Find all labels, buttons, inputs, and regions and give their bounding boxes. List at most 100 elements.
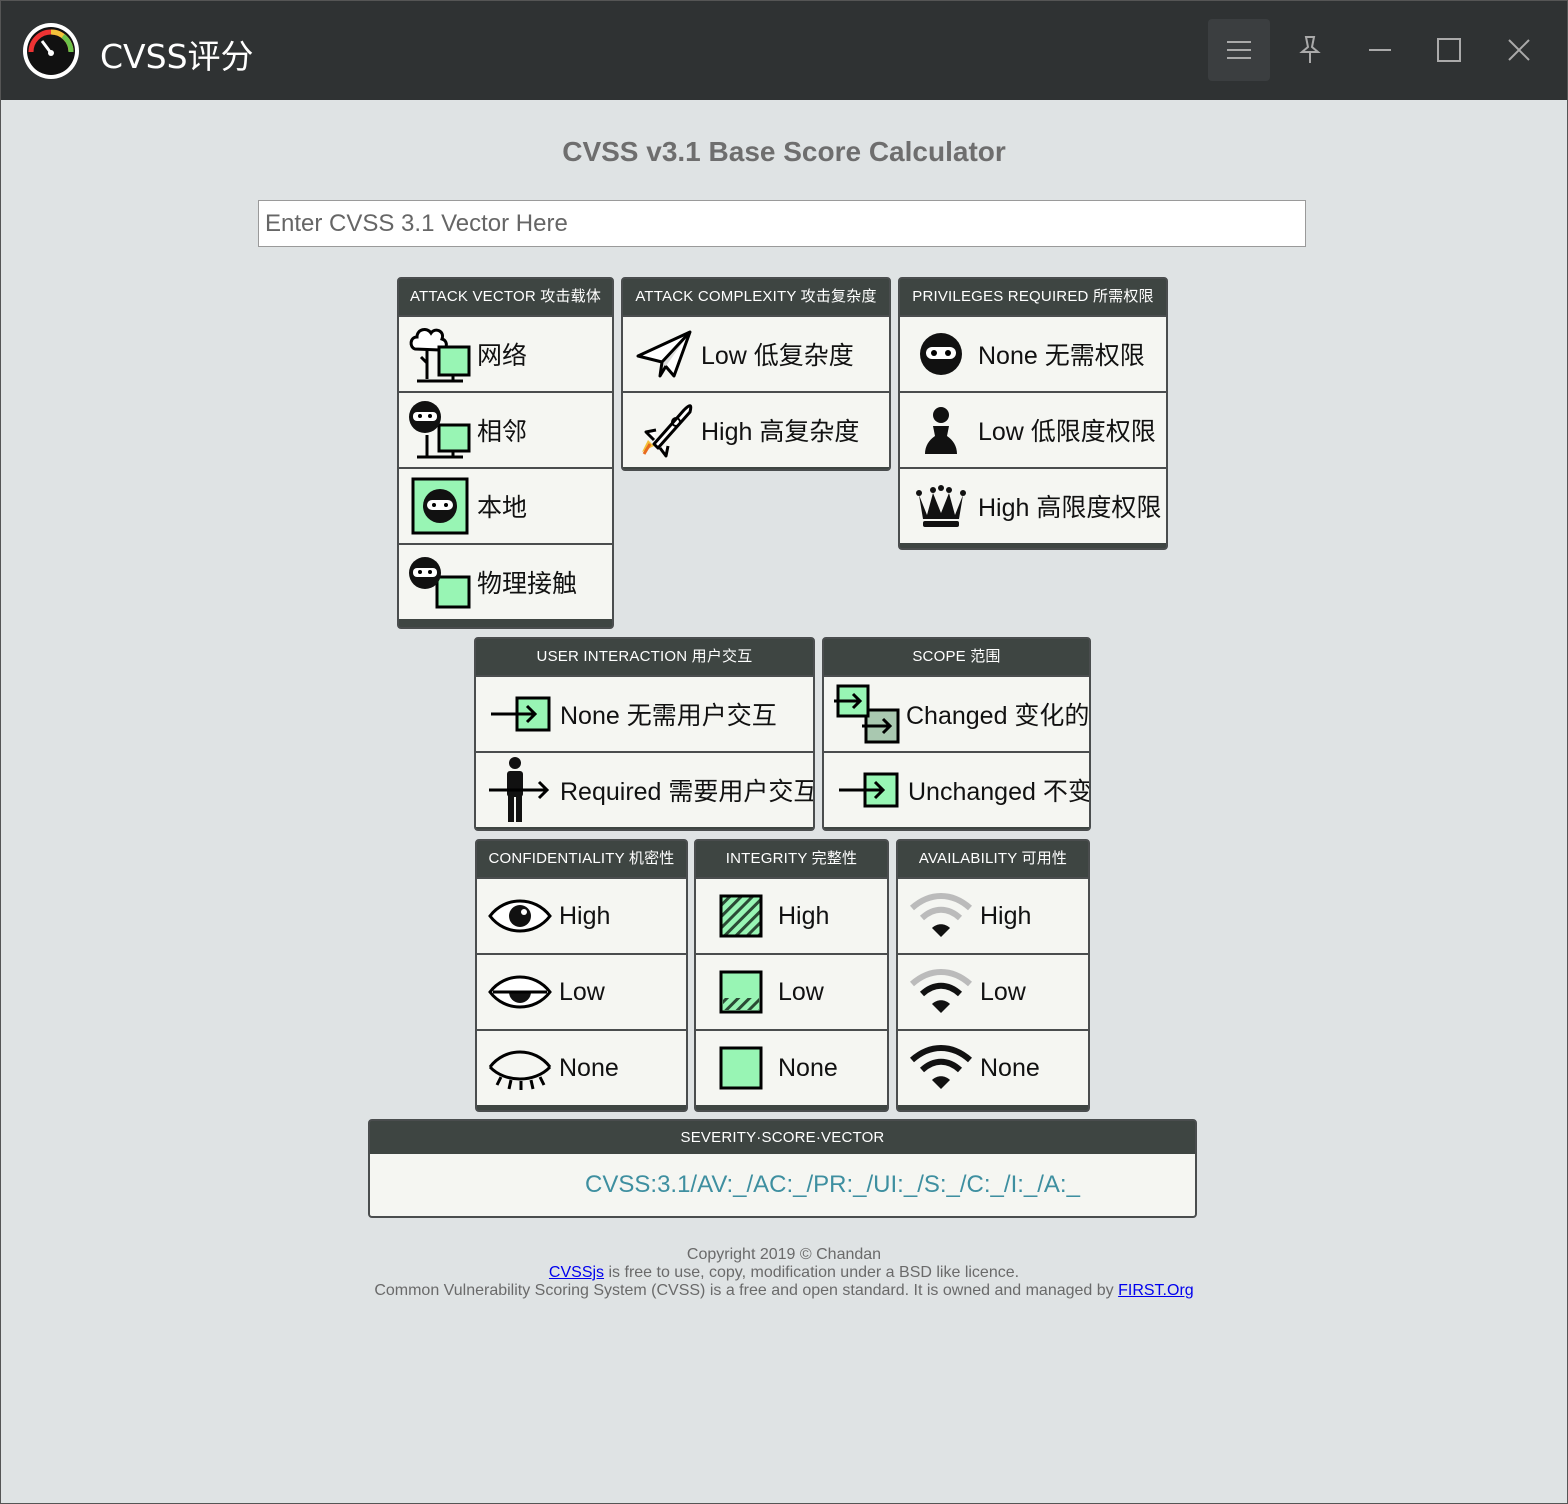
pin-button[interactable]: [1279, 19, 1341, 81]
group-title: SCOPE 范围: [912, 648, 1001, 665]
option-s-changed[interactable]: Changed 变化的: [824, 675, 1089, 751]
option-label: None: [559, 1053, 619, 1082]
window-title: CVSS评分: [100, 37, 254, 76]
vector-string[interactable]: CVSS:3.1/AV:_/AC:_/PR:_/UI:_/S:_/C:_/I:_…: [370, 1154, 1195, 1216]
option-label: 物理接触: [477, 570, 578, 598]
rocket-icon: [631, 397, 697, 463]
option-label: None: [980, 1053, 1040, 1082]
cvss-vector-input[interactable]: [258, 200, 1306, 247]
eye-half-icon: [485, 959, 555, 1025]
severity-title: SEVERITY·SCORE·VECTOR: [680, 1129, 885, 1146]
eye-closed-icon: [485, 1035, 555, 1101]
option-a-low[interactable]: Low: [898, 953, 1088, 1029]
group-title: INTEGRITY 完整性: [725, 850, 858, 867]
option-label: Low: [980, 977, 1026, 1006]
integrity-group: INTEGRITY 完整性 High Low None: [694, 839, 889, 1112]
license-text: is free to use, copy, modification under…: [604, 1264, 1020, 1281]
option-label: 本地: [477, 494, 528, 522]
person-arrow-icon: [484, 757, 556, 823]
copyright-text: Copyright 2019 © Chandan: [686, 1246, 882, 1263]
group-title: AVAILABILITY 可用性: [918, 850, 1068, 867]
local-icon: [407, 473, 473, 539]
first-org-link[interactable]: FIRST.Org: [1118, 1282, 1194, 1299]
option-pr-low[interactable]: Low 低限度权限: [900, 391, 1166, 467]
option-c-high[interactable]: High: [477, 877, 686, 953]
ninja-icon: [908, 321, 974, 387]
group-title: PRIVILEGES REQUIRED 所需权限: [912, 288, 1154, 305]
scope-group: SCOPE 范围 Changed 变化的 Unchanged 不变: [822, 637, 1091, 831]
privileges-required-group: PRIVILEGES REQUIRED 所需权限 None 无需权限 Low 低…: [898, 277, 1168, 550]
option-ac-low[interactable]: Low 低复杂度: [623, 315, 889, 391]
attack-complexity-group: ATTACK COMPLEXITY 攻击复杂度 Low 低复杂度 High 高复…: [621, 277, 891, 471]
maximize-button[interactable]: [1418, 19, 1480, 81]
square-plain-icon: [710, 1035, 772, 1101]
option-label: High: [778, 901, 830, 930]
menu-icon: [1227, 41, 1251, 59]
adjacent-icon: [407, 397, 473, 463]
severity-panel: SEVERITY·SCORE·VECTOR CVSS:3.1/AV:_/AC:_…: [368, 1119, 1197, 1218]
option-a-none[interactable]: None: [898, 1029, 1088, 1105]
option-av-adjacent[interactable]: 相邻: [399, 391, 612, 467]
footer: Copyright 2019 © Chandan CVSSjs is free …: [0, 1246, 1568, 1300]
option-label: High: [559, 901, 611, 930]
enter-arrow-icon: [832, 757, 904, 823]
minimize-icon: [1369, 49, 1391, 51]
option-i-low[interactable]: Low: [696, 953, 887, 1029]
crown-icon: [908, 473, 974, 539]
option-ui-required[interactable]: Required 需要用户交互: [476, 751, 813, 827]
option-av-local[interactable]: 本地: [399, 467, 612, 543]
option-label: Changed 变化的: [906, 702, 1090, 730]
option-c-low[interactable]: Low: [477, 953, 686, 1029]
option-label: 网络: [477, 342, 528, 370]
scope-changed-icon: [832, 681, 902, 747]
enter-arrow-icon: [484, 681, 556, 747]
cvssjs-link[interactable]: CVSSjs: [549, 1264, 604, 1281]
option-label: High 高限度权限: [978, 494, 1162, 522]
eye-open-icon: [485, 883, 555, 949]
group-title: ATTACK VECTOR 攻击载体: [409, 288, 602, 305]
wifi-weak-icon: [906, 883, 976, 949]
maximize-icon: [1437, 38, 1461, 62]
standard-text: Common Vulnerability Scoring System (CVS…: [374, 1282, 1119, 1299]
option-label: Required 需要用户交互: [560, 778, 815, 806]
wifi-full-icon: [906, 1035, 976, 1101]
option-i-none[interactable]: None: [696, 1029, 887, 1105]
option-c-none[interactable]: None: [477, 1029, 686, 1105]
close-button[interactable]: [1488, 19, 1550, 81]
confidentiality-group: CONFIDENTIALITY 机密性 High Low None: [475, 839, 688, 1112]
option-s-unchanged[interactable]: Unchanged 不变: [824, 751, 1089, 827]
close-icon: [1508, 39, 1530, 61]
option-label: Unchanged 不变: [908, 778, 1091, 806]
square-hatched-full-icon: [710, 883, 772, 949]
license-line: CVSSjs is free to use, copy, modificatio…: [0, 1264, 1568, 1282]
option-label: Low 低复杂度: [701, 342, 854, 370]
group-title: ATTACK COMPLEXITY 攻击复杂度: [635, 288, 877, 305]
paper-plane-icon: [631, 321, 697, 387]
option-pr-high[interactable]: High 高限度权限: [900, 467, 1166, 543]
option-av-network[interactable]: 网络: [399, 315, 612, 391]
option-label: None 无需用户交互: [560, 702, 777, 730]
option-label: High: [980, 901, 1032, 930]
wifi-medium-icon: [906, 959, 976, 1025]
group-title: CONFIDENTIALITY 机密性: [488, 850, 675, 867]
group-title: USER INTERACTION 用户交互: [536, 648, 753, 665]
option-label: Low: [559, 977, 605, 1006]
option-ui-none[interactable]: None 无需用户交互: [476, 675, 813, 751]
square-hatched-low-icon: [710, 959, 772, 1025]
physical-icon: [407, 549, 473, 615]
option-label: High 高复杂度: [701, 418, 860, 446]
menu-button[interactable]: [1208, 19, 1270, 81]
option-av-physical[interactable]: 物理接触: [399, 543, 612, 619]
option-label: Low 低限度权限: [978, 418, 1156, 446]
option-i-high[interactable]: High: [696, 877, 887, 953]
title-bar: CVSS评分: [0, 0, 1568, 100]
attack-vector-group: ATTACK VECTOR 攻击载体 网络 相邻 本地 物理接触: [397, 277, 614, 629]
option-ac-high[interactable]: High 高复杂度: [623, 391, 889, 467]
speedometer-app-icon: [22, 22, 80, 80]
option-label: None 无需权限: [978, 342, 1145, 370]
minimize-button[interactable]: [1349, 19, 1411, 81]
standard-line: Common Vulnerability Scoring System (CVS…: [0, 1282, 1568, 1300]
option-a-high[interactable]: High: [898, 877, 1088, 953]
option-label: Low: [778, 977, 824, 1006]
option-pr-none[interactable]: None 无需权限: [900, 315, 1166, 391]
